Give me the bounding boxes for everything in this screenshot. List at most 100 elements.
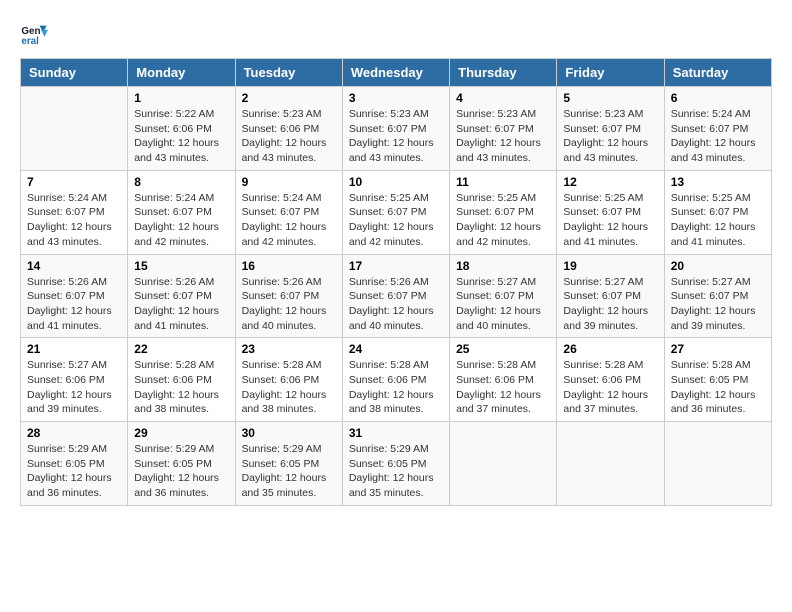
day-number: 9	[242, 175, 336, 189]
day-info: Sunrise: 5:25 AM Sunset: 6:07 PM Dayligh…	[456, 191, 550, 250]
calendar-cell: 10Sunrise: 5:25 AM Sunset: 6:07 PM Dayli…	[342, 170, 449, 254]
calendar-cell: 7 Sunrise: 5:24 AM Sunset: 6:07 PM Daylig…	[21, 170, 128, 254]
day-number: 6	[671, 91, 765, 105]
day-info: Sunrise: 5:23 AM Sunset: 6:07 PM Dayligh…	[349, 107, 443, 166]
calendar-cell: 18 Sunrise: 5:27 AM Sunset: 6:07 PM Dayli…	[450, 254, 557, 338]
day-number: 28	[27, 426, 121, 440]
day-number: 17	[349, 259, 443, 273]
calendar-cell: 20Sunrise: 5:27 AM Sunset: 6:07 PM Dayli…	[664, 254, 771, 338]
day-info: Sunrise: 5:24 AM Sunset: 6:07 PM Dayligh…	[134, 191, 228, 250]
header-row: SundayMondayTuesdayWednesdayThursdayFrid…	[21, 59, 772, 87]
day-info: Sunrise: 5:24 AM Sunset: 6:07 PM Dayligh…	[27, 191, 121, 250]
day-number: 29	[134, 426, 228, 440]
header-sunday: Sunday	[21, 59, 128, 87]
logo-icon: Gen eral	[20, 20, 48, 48]
day-number: 8	[134, 175, 228, 189]
day-info: Sunrise: 5:29 AM Sunset: 6:05 PM Dayligh…	[242, 442, 336, 501]
week-row-4: 21 Sunrise: 5:27 AM Sunset: 6:06 PM Dayli…	[21, 338, 772, 422]
day-info: Sunrise: 5:28 AM Sunset: 6:06 PM Dayligh…	[349, 358, 443, 417]
day-number: 11	[456, 175, 550, 189]
header-monday: Monday	[128, 59, 235, 87]
day-number: 13	[671, 175, 765, 189]
day-number: 12	[563, 175, 657, 189]
day-number: 26	[563, 342, 657, 356]
day-info: Sunrise: 5:26 AM Sunset: 6:07 PM Dayligh…	[349, 275, 443, 334]
day-number: 23	[242, 342, 336, 356]
calendar-cell: 17 Sunrise: 5:26 AM Sunset: 6:07 PM Dayli…	[342, 254, 449, 338]
day-info: Sunrise: 5:25 AM Sunset: 6:07 PM Dayligh…	[671, 191, 765, 250]
day-info: Sunrise: 5:28 AM Sunset: 6:06 PM Dayligh…	[134, 358, 228, 417]
calendar-cell: 28Sunrise: 5:29 AM Sunset: 6:05 PM Dayli…	[21, 422, 128, 506]
week-row-3: 14 Sunrise: 5:26 AM Sunset: 6:07 PM Dayli…	[21, 254, 772, 338]
day-info: Sunrise: 5:28 AM Sunset: 6:06 PM Dayligh…	[242, 358, 336, 417]
day-number: 19	[563, 259, 657, 273]
day-number: 4	[456, 91, 550, 105]
day-number: 30	[242, 426, 336, 440]
calendar-cell: 9 Sunrise: 5:24 AM Sunset: 6:07 PM Daylig…	[235, 170, 342, 254]
header-wednesday: Wednesday	[342, 59, 449, 87]
day-number: 7	[27, 175, 121, 189]
day-info: Sunrise: 5:28 AM Sunset: 6:06 PM Dayligh…	[563, 358, 657, 417]
svg-text:eral: eral	[21, 36, 39, 47]
calendar-cell: 24Sunrise: 5:28 AM Sunset: 6:06 PM Dayli…	[342, 338, 449, 422]
day-info: Sunrise: 5:28 AM Sunset: 6:06 PM Dayligh…	[456, 358, 550, 417]
day-number: 10	[349, 175, 443, 189]
week-row-5: 28 Sunrise: 5:29 AM Sunset: 6:05 PM Dayli…	[21, 422, 772, 506]
page-header: Gen eral	[20, 20, 772, 48]
logo: Gen eral	[20, 20, 52, 48]
week-row-1: 1Sunrise: 5:22 AM Sunset: 6:06 PM Daylig…	[21, 87, 772, 171]
day-info: Sunrise: 5:25 AM Sunset: 6:07 PM Dayligh…	[563, 191, 657, 250]
calendar-cell: 14Sunrise: 5:26 AM Sunset: 6:07 PM Dayli…	[21, 254, 128, 338]
day-info: Sunrise: 5:27 AM Sunset: 6:06 PM Dayligh…	[27, 358, 121, 417]
day-number: 14	[27, 259, 121, 273]
calendar-cell: 19 Sunrise: 5:27 AM Sunset: 6:07 PM Dayli…	[557, 254, 664, 338]
day-number: 16	[242, 259, 336, 273]
calendar-cell: 1Sunrise: 5:22 AM Sunset: 6:06 PM Daylig…	[128, 87, 235, 171]
week-row-2: 7 Sunrise: 5:24 AM Sunset: 6:07 PM Daylig…	[21, 170, 772, 254]
calendar-cell: 2 Sunrise: 5:23 AM Sunset: 6:06 PM Daylig…	[235, 87, 342, 171]
day-number: 15	[134, 259, 228, 273]
day-info: Sunrise: 5:26 AM Sunset: 6:07 PM Dayligh…	[134, 275, 228, 334]
header-thursday: Thursday	[450, 59, 557, 87]
day-number: 25	[456, 342, 550, 356]
day-info: Sunrise: 5:24 AM Sunset: 6:07 PM Dayligh…	[242, 191, 336, 250]
calendar-cell: 15 Sunrise: 5:26 AM Sunset: 6:07 PM Dayli…	[128, 254, 235, 338]
day-info: Sunrise: 5:27 AM Sunset: 6:07 PM Dayligh…	[671, 275, 765, 334]
header-friday: Friday	[557, 59, 664, 87]
calendar-cell	[21, 87, 128, 171]
day-info: Sunrise: 5:29 AM Sunset: 6:05 PM Dayligh…	[134, 442, 228, 501]
calendar-cell: 25 Sunrise: 5:28 AM Sunset: 6:06 PM Dayli…	[450, 338, 557, 422]
calendar-cell: 11 Sunrise: 5:25 AM Sunset: 6:07 PM Dayli…	[450, 170, 557, 254]
calendar-table: SundayMondayTuesdayWednesdayThursdayFrid…	[20, 58, 772, 506]
calendar-cell: 13 Sunrise: 5:25 AM Sunset: 6:07 PM Dayli…	[664, 170, 771, 254]
calendar-cell: 4 Sunrise: 5:23 AM Sunset: 6:07 PM Daylig…	[450, 87, 557, 171]
day-info: Sunrise: 5:29 AM Sunset: 6:05 PM Dayligh…	[349, 442, 443, 501]
day-info: Sunrise: 5:24 AM Sunset: 6:07 PM Dayligh…	[671, 107, 765, 166]
calendar-cell: 21 Sunrise: 5:27 AM Sunset: 6:06 PM Dayli…	[21, 338, 128, 422]
day-number: 22	[134, 342, 228, 356]
calendar-cell: 6 Sunrise: 5:24 AM Sunset: 6:07 PM Daylig…	[664, 87, 771, 171]
day-number: 3	[349, 91, 443, 105]
calendar-cell: 27 Sunrise: 5:28 AM Sunset: 6:05 PM Dayli…	[664, 338, 771, 422]
calendar-cell: 31 Sunrise: 5:29 AM Sunset: 6:05 PM Dayli…	[342, 422, 449, 506]
day-info: Sunrise: 5:23 AM Sunset: 6:06 PM Dayligh…	[242, 107, 336, 166]
day-info: Sunrise: 5:27 AM Sunset: 6:07 PM Dayligh…	[456, 275, 550, 334]
day-number: 31	[349, 426, 443, 440]
day-info: Sunrise: 5:26 AM Sunset: 6:07 PM Dayligh…	[242, 275, 336, 334]
day-info: Sunrise: 5:27 AM Sunset: 6:07 PM Dayligh…	[563, 275, 657, 334]
day-number: 21	[27, 342, 121, 356]
day-number: 18	[456, 259, 550, 273]
day-number: 5	[563, 91, 657, 105]
calendar-cell	[664, 422, 771, 506]
calendar-cell: 30 Sunrise: 5:29 AM Sunset: 6:05 PM Dayli…	[235, 422, 342, 506]
day-number: 27	[671, 342, 765, 356]
day-number: 1	[134, 91, 228, 105]
calendar-cell: 22 Sunrise: 5:28 AM Sunset: 6:06 PM Dayli…	[128, 338, 235, 422]
header-saturday: Saturday	[664, 59, 771, 87]
day-info: Sunrise: 5:28 AM Sunset: 6:05 PM Dayligh…	[671, 358, 765, 417]
calendar-cell: 8 Sunrise: 5:24 AM Sunset: 6:07 PM Daylig…	[128, 170, 235, 254]
day-number: 2	[242, 91, 336, 105]
calendar-cell: 23 Sunrise: 5:28 AM Sunset: 6:06 PM Dayli…	[235, 338, 342, 422]
calendar-cell: 16 Sunrise: 5:26 AM Sunset: 6:07 PM Dayli…	[235, 254, 342, 338]
day-info: Sunrise: 5:23 AM Sunset: 6:07 PM Dayligh…	[456, 107, 550, 166]
